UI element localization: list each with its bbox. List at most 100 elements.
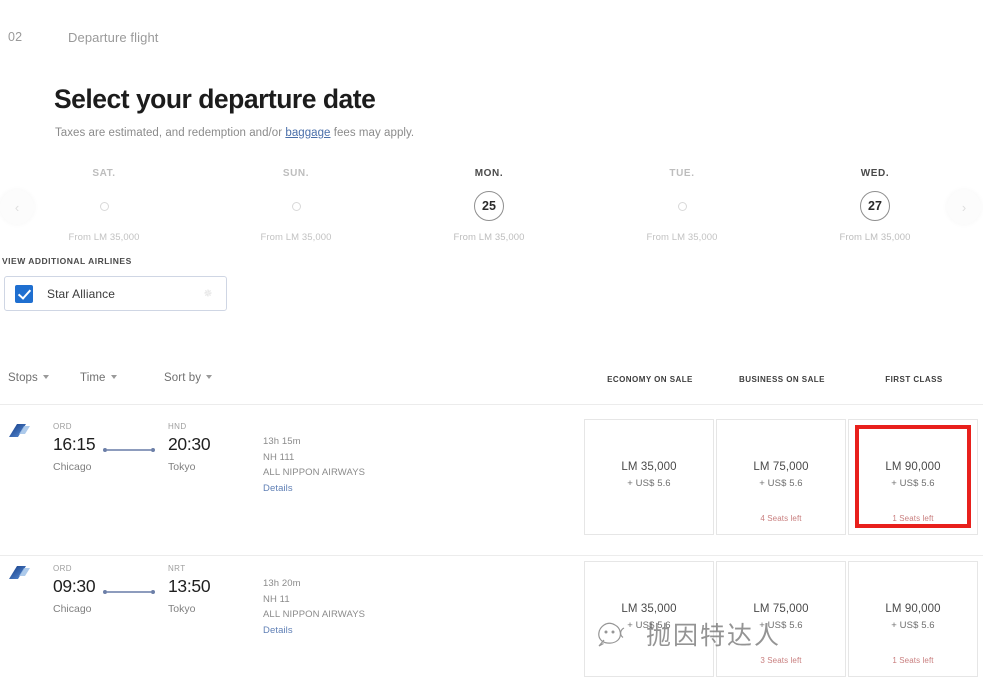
date-strip: SAT. From LM 35,000 SUN. From LM 35,000 MON.… (0, 168, 983, 243)
flight-duration: 13h 15m (263, 436, 301, 447)
date-number[interactable] (291, 201, 301, 211)
date-cell-sat[interactable]: SAT. From LM 35,000 (24, 168, 184, 243)
fare-seats-left: 1 Seats left (892, 656, 934, 665)
arrival-segment: HND 20:30 Tokyo (168, 422, 211, 473)
fare-card[interactable]: LM 90,000 + US$ 5.6 1 Seats left (848, 561, 978, 677)
date-number[interactable]: 27 (860, 191, 890, 221)
date-day-of-week: SUN. (282, 168, 310, 179)
chevron-down-icon (110, 374, 117, 379)
date-number[interactable] (99, 201, 109, 211)
filter-time[interactable]: Time (80, 372, 117, 384)
filter-sort-by[interactable]: Sort by (164, 372, 213, 384)
date-from-price: From LM 35,000 (453, 232, 525, 243)
fare-tax: + US$ 5.6 (891, 478, 935, 489)
additional-airlines-heading: VIEW ADDITIONAL AIRLINES (2, 256, 132, 266)
arrival-time: 20:30 (168, 434, 211, 454)
date-cell-tue[interactable]: TUE. From LM 35,000 (602, 168, 762, 243)
fare-card[interactable]: LM 90,000 + US$ 5.6 1 Seats left (848, 419, 978, 535)
route-bar (107, 449, 151, 451)
baggage-link[interactable]: baggage (285, 127, 330, 139)
flight-row[interactable]: ORD 09:30 Chicago NRT 13:50 Tokyo 13h 20m NH 11… (0, 554, 983, 690)
fare-tax: + US$ 5.6 (759, 620, 803, 631)
date-from-price: From LM 35,000 (260, 232, 332, 243)
page-title: Select your departure date (54, 84, 376, 114)
fare-seats-left: 3 Seats left (760, 656, 802, 665)
date-day-of-week: SAT. (92, 168, 116, 179)
ana-logo-icon (6, 564, 36, 582)
fare-card[interactable]: LM 35,000 + US$ 5.6 (584, 561, 714, 677)
arrival-city: Tokyo (168, 603, 196, 615)
date-circle-wrap: 27 (795, 189, 955, 223)
step-number: 02 (8, 30, 23, 44)
fare-card[interactable]: LM 35,000 + US$ 5.6 (584, 419, 714, 535)
fare-price: LM 75,000 (753, 603, 809, 615)
fare-seats-left: 4 Seats left (760, 514, 802, 523)
arrival-airport-code: HND (168, 422, 187, 431)
date-circle-wrap: 25 (409, 189, 569, 223)
date-prev-button[interactable]: ‹ (0, 190, 34, 224)
flight-meta: 13h 20m NH 11 ALL NIPPON AIRWAYS Details (263, 576, 365, 638)
star-alliance-filter[interactable]: Star Alliance ✵ (4, 276, 227, 311)
fare-price: LM 90,000 (885, 461, 941, 473)
date-from-price: From LM 35,000 (646, 232, 718, 243)
route-dot-end (151, 448, 155, 452)
airline-name: ALL NIPPON AIRWAYS (263, 467, 366, 478)
star-alliance-checkbox[interactable] (15, 284, 33, 303)
fare-card[interactable]: LM 75,000 + US$ 5.6 3 Seats left (716, 561, 846, 677)
departure-segment: ORD 09:30 Chicago (53, 564, 96, 615)
date-circle-wrap (216, 189, 376, 223)
flight-duration: 13h 20m (263, 578, 301, 589)
departure-flight-page: 02 Departure flight Select your departur… (0, 0, 983, 690)
date-cell-wed[interactable]: WED. 27 From LM 35,000 (795, 168, 955, 243)
fare-tax: + US$ 5.6 (627, 620, 671, 631)
date-circle-wrap (602, 189, 762, 223)
route-dot-end (151, 590, 155, 594)
filter-label: Stops (8, 372, 38, 384)
fare-price: LM 35,000 (621, 603, 677, 615)
flight-row[interactable]: ORD 16:15 Chicago HND 20:30 Tokyo 13h 15m NH 11… (0, 412, 983, 558)
arrival-airport-code: NRT (168, 564, 186, 573)
departure-time: 16:15 (53, 434, 96, 454)
departure-city: Chicago (53, 461, 92, 473)
results-toolbar: Stops Time Sort by ECONOMY ON SALE BUSINESS … (0, 372, 983, 396)
date-next-button[interactable]: › (947, 190, 981, 224)
page-subtitle: Taxes are estimated, and redemption and/… (55, 127, 414, 139)
step-label: Departure flight (68, 30, 159, 45)
date-from-price: From LM 35,000 (839, 232, 911, 243)
departure-segment: ORD 16:15 Chicago (53, 422, 96, 473)
column-header-first-class: FIRST CLASS (885, 375, 943, 384)
departure-airport-code: ORD (53, 564, 72, 573)
date-number[interactable]: 25 (474, 191, 504, 221)
date-cell-mon[interactable]: MON. 25 From LM 35,000 (409, 168, 569, 243)
flight-number: NH 111 (263, 451, 295, 463)
fare-tax: + US$ 5.6 (759, 478, 803, 489)
step-bar: 02 Departure flight (0, 0, 983, 72)
subtitle-text-before: Taxes are estimated, and redemption and/… (55, 127, 286, 139)
subtitle-text-after: fees may apply. (330, 127, 415, 139)
filter-label: Time (80, 372, 106, 384)
column-header-economy-on-sale: ECONOMY ON SALE (607, 375, 693, 384)
fare-price: LM 90,000 (885, 603, 941, 615)
toolbar-divider (0, 404, 983, 405)
details-link[interactable]: Details (263, 623, 365, 639)
date-day-of-week: MON. (474, 168, 504, 179)
date-cell-sun[interactable]: SUN. From LM 35,000 (216, 168, 376, 243)
star-alliance-icon: ✵ (203, 287, 213, 300)
column-header-business-on-sale: BUSINESS ON SALE (739, 375, 825, 384)
fare-seats-left: 1 Seats left (892, 514, 934, 523)
arrival-city: Tokyo (168, 461, 196, 473)
fare-price: LM 35,000 (621, 461, 677, 473)
filter-stops[interactable]: Stops (8, 372, 49, 384)
arrival-segment: NRT 13:50 Tokyo (168, 564, 211, 615)
fare-card[interactable]: LM 75,000 + US$ 5.6 4 Seats left (716, 419, 846, 535)
date-day-of-week: WED. (860, 168, 890, 179)
route-connector (103, 587, 155, 597)
flight-number: NH 11 (263, 593, 290, 605)
details-link[interactable]: Details (263, 481, 365, 497)
airline-name: ALL NIPPON AIRWAYS (263, 609, 366, 620)
date-number[interactable] (677, 201, 687, 211)
chevron-down-icon (42, 374, 49, 379)
date-from-price: From LM 35,000 (68, 232, 140, 243)
fare-tax: + US$ 5.6 (891, 620, 935, 631)
star-alliance-label: Star Alliance (47, 286, 116, 301)
